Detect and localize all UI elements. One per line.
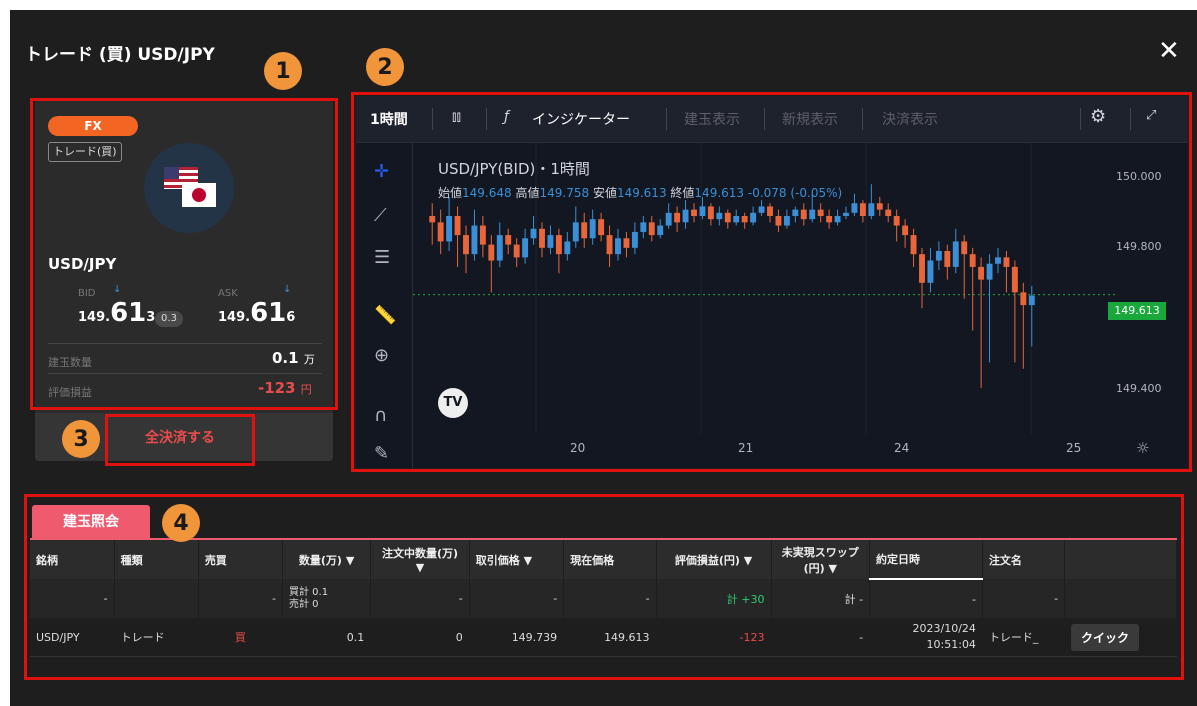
marker-4: 4	[162, 504, 200, 542]
marker-2: 2	[366, 48, 404, 86]
window-title: トレード (買) USD/JPY	[25, 45, 215, 65]
highlight-box-2	[351, 92, 1192, 472]
marker-1: 1	[264, 52, 302, 90]
close-icon[interactable]: ✕	[1158, 38, 1180, 64]
highlight-box-1	[30, 98, 338, 410]
highlight-box-3	[105, 414, 255, 466]
top-strip	[0, 0, 1197, 10]
marker-3: 3	[62, 420, 100, 458]
